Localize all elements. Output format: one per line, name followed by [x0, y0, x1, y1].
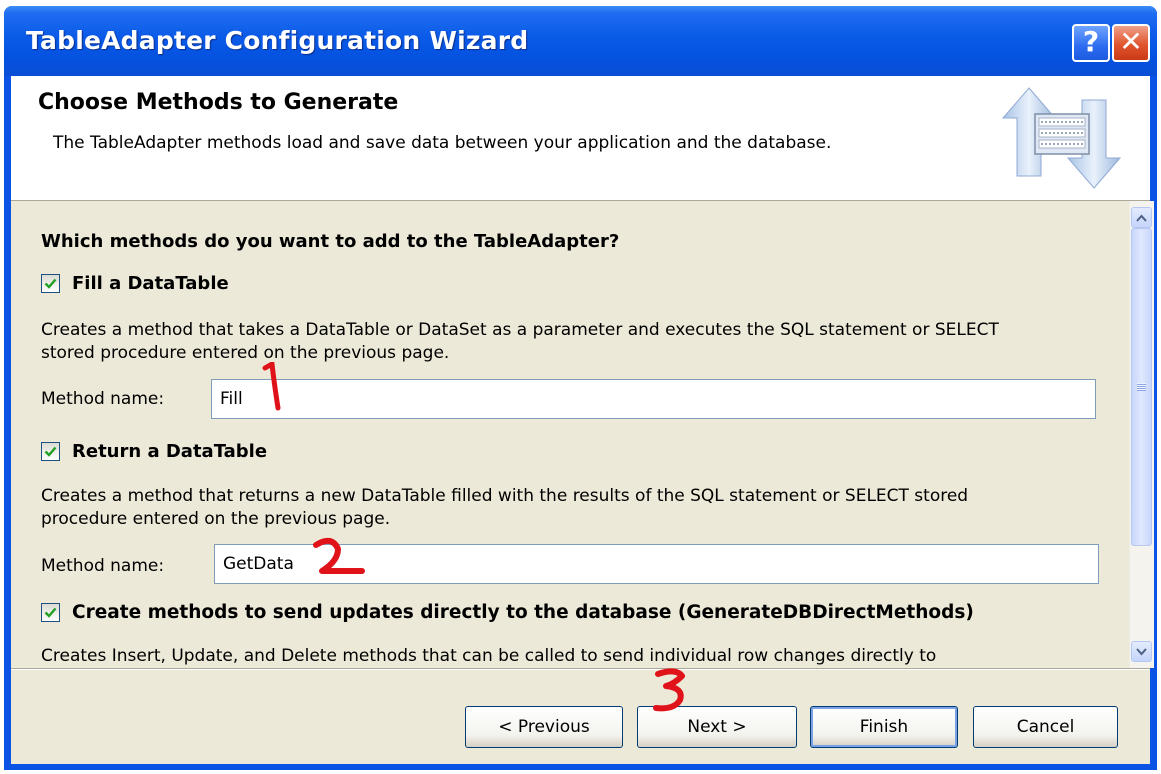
- return-datatable-description: Creates a method that returns a new Data…: [41, 486, 969, 529]
- scroll-down-button[interactable]: [1131, 641, 1152, 662]
- fill-datatable-checkbox[interactable]: [41, 274, 60, 293]
- cancel-button[interactable]: Cancel: [973, 706, 1118, 748]
- wizard-body: Choose Methods to Generate The TableAdap…: [11, 76, 1154, 764]
- return-method-name-input[interactable]: GetData: [214, 544, 1099, 584]
- page-title: Choose Methods to Generate: [38, 90, 399, 115]
- vertical-scrollbar[interactable]: [1129, 201, 1154, 668]
- close-button[interactable]: ✕: [1112, 24, 1150, 62]
- footer-divider: [11, 668, 1150, 670]
- title-bar[interactable]: TableAdapter Configuration Wizard ? ✕: [4, 6, 1157, 76]
- methods-panel: Which methods do you want to add to the …: [11, 201, 1154, 668]
- checkmark-icon: [44, 446, 57, 457]
- finish-button[interactable]: Finish: [810, 706, 958, 748]
- fill-datatable-label: Fill a DataTable: [72, 273, 229, 294]
- checkmark-icon: [44, 278, 57, 289]
- direct-methods-checkbox[interactable]: [41, 603, 60, 622]
- direct-methods-description: Creates Insert, Update, and Delete metho…: [41, 646, 937, 666]
- previous-button[interactable]: < Previous: [465, 706, 623, 748]
- window-title: TableAdapter Configuration Wizard: [26, 26, 529, 55]
- direct-methods-label: Create methods to send updates directly …: [72, 602, 974, 623]
- return-method-name-label: Method name:: [41, 556, 165, 576]
- return-datatable-checkbox[interactable]: [41, 442, 60, 461]
- database-transfer-arrows-icon: [1001, 87, 1122, 189]
- chevron-up-icon: [1136, 214, 1147, 222]
- grip-icon: [1137, 383, 1146, 391]
- fill-datatable-option[interactable]: Fill a DataTable: [41, 273, 229, 294]
- methods-question: Which methods do you want to add to the …: [41, 231, 620, 252]
- return-datatable-label: Return a DataTable: [72, 441, 268, 462]
- fill-method-name-input[interactable]: Fill: [211, 379, 1096, 419]
- checkmark-icon: [44, 607, 57, 618]
- chevron-down-icon: [1136, 647, 1147, 655]
- return-datatable-option[interactable]: Return a DataTable: [41, 441, 267, 462]
- fill-method-name-label: Method name:: [41, 389, 165, 409]
- wizard-header: Choose Methods to Generate The TableAdap…: [11, 76, 1150, 201]
- next-button[interactable]: Next >: [637, 706, 797, 748]
- page-description: The TableAdapter methods load and save d…: [53, 133, 832, 153]
- direct-methods-option[interactable]: Create methods to send updates directly …: [41, 602, 974, 623]
- help-button[interactable]: ?: [1072, 24, 1110, 62]
- wizard-window: TableAdapter Configuration Wizard ? ✕ Ch…: [4, 6, 1157, 770]
- scroll-up-button[interactable]: [1131, 207, 1152, 228]
- scroll-thumb[interactable]: [1131, 228, 1152, 546]
- fill-datatable-description: Creates a method that takes a DataTable …: [41, 320, 999, 363]
